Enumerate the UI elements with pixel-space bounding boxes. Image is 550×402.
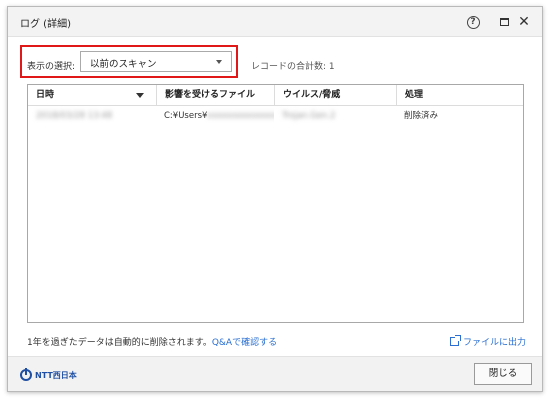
column-header-threat[interactable]: ウイルス/脅威 bbox=[274, 85, 396, 105]
external-link-icon bbox=[450, 335, 461, 346]
column-header-action[interactable]: 処理 bbox=[396, 85, 525, 105]
qa-link[interactable]: Q&Aで確認する bbox=[212, 338, 277, 348]
log-detail-window: ログ (詳細) ? ✕ 表示の選択: 以前のスキャン レコードの合計数: 1 日… bbox=[7, 6, 543, 392]
export-to-file-link[interactable]: ファイルに出力 bbox=[450, 335, 526, 348]
ntt-logo-icon bbox=[20, 368, 32, 381]
ntt-logo: NTT西日本 bbox=[20, 368, 77, 381]
filter-selected-value: 以前のスキャン bbox=[90, 59, 157, 70]
table-row[interactable]: 2018/03/28 13:48 C:¥Users¥xxxxxxxxxxxxxx… bbox=[28, 107, 523, 126]
export-label: ファイルに出力 bbox=[463, 338, 527, 348]
cell-file: C:¥Users¥xxxxxxxxxxxxxxxx bbox=[156, 107, 274, 126]
help-glyph: ? bbox=[466, 15, 480, 29]
footer-bar: NTT西日本 閉じる bbox=[8, 356, 542, 391]
close-icon[interactable]: ✕ bbox=[515, 13, 533, 31]
cell-action: 削除済み bbox=[404, 111, 439, 121]
cell-threat: Trojan.Gen.2 bbox=[282, 111, 336, 121]
sort-desc-icon bbox=[136, 93, 144, 98]
log-table: 日時 影響を受けるファイル ウイルス/脅威 処理 2018/03/28 13:4… bbox=[27, 84, 524, 323]
chevron-down-icon bbox=[216, 60, 222, 64]
column-header-datetime[interactable]: 日時 bbox=[28, 85, 156, 105]
table-header: 日時 影響を受けるファイル ウイルス/脅威 処理 bbox=[28, 85, 523, 106]
maximize-icon[interactable] bbox=[495, 13, 513, 31]
retention-notice: 1年を過ぎたデータは自動的に削除されます。Q&Aで確認する bbox=[27, 335, 277, 348]
cell-file-hidden: xxxxxxxxxxxxxxxx bbox=[207, 111, 274, 121]
record-count: レコードの合計数: 1 bbox=[251, 62, 335, 72]
cell-datetime: 2018/03/28 13:48 bbox=[36, 111, 113, 121]
column-header-file[interactable]: 影響を受けるファイル bbox=[156, 85, 274, 105]
filter-label: 表示の選択: bbox=[27, 62, 76, 72]
retention-text: 1年を過ぎたデータは自動的に削除されます。 bbox=[27, 338, 212, 348]
help-icon[interactable]: ? bbox=[464, 13, 482, 31]
close-button[interactable]: 閉じる bbox=[474, 363, 532, 385]
filter-dropdown[interactable]: 以前のスキャン bbox=[80, 51, 232, 72]
window-title: ログ (詳細) bbox=[20, 19, 71, 30]
ntt-logo-text: NTT西日本 bbox=[35, 370, 77, 380]
title-bar: ログ (詳細) ? ✕ bbox=[8, 7, 542, 37]
